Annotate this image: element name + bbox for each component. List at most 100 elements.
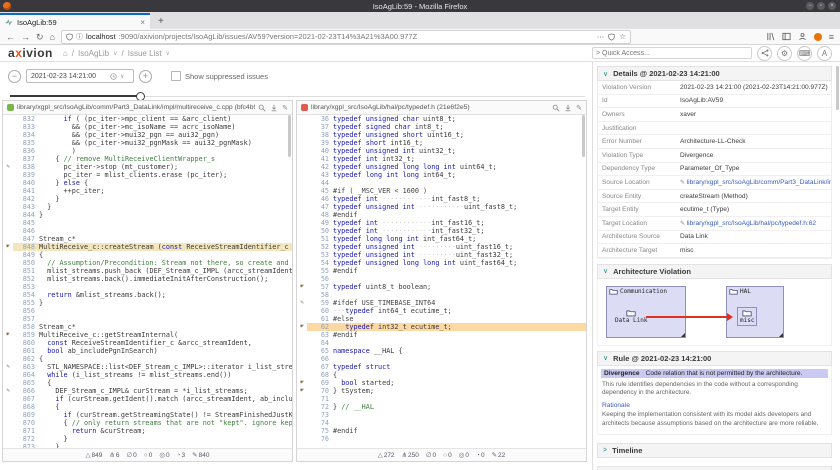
code-line[interactable]: 853 xyxy=(3,283,292,291)
home-icon[interactable]: ⌂ xyxy=(50,31,55,43)
version-date-field[interactable]: ∨ xyxy=(26,69,134,83)
code-line[interactable]: 52typedef unsigned int ·········uint_fas… xyxy=(297,243,586,251)
code-line[interactable]: 43typedef long int long int64_t; xyxy=(297,171,586,179)
code-line[interactable]: 39typedef short int16_t; xyxy=(297,139,586,147)
code-line[interactable]: 61#else xyxy=(297,315,586,323)
code-line[interactable]: 852 mlist_streams.back().immediateInitAf… xyxy=(3,275,292,283)
code-line[interactable]: 74 xyxy=(297,419,586,427)
menu-icon[interactable]: ≡ xyxy=(829,31,834,43)
code-line[interactable]: 860 const ReceiveStreamIdentifier_c &arc… xyxy=(3,339,292,347)
details-value[interactable]: ✎ library/xgpl_src/IsoAgLib/hal/pc/typed… xyxy=(680,220,831,227)
breadcrumb-page[interactable]: Issue List xyxy=(128,49,162,58)
stat-pencil[interactable]: ✎840 xyxy=(192,451,209,459)
stat-target[interactable]: ◎0 xyxy=(159,451,169,459)
edit-icon[interactable]: ✎ xyxy=(282,104,288,112)
stat-pencil[interactable]: ✎22 xyxy=(492,451,506,459)
browser-tab[interactable]: IsoAgLib:59 × xyxy=(0,13,150,29)
timeline-section-header[interactable]: > Timeline xyxy=(597,443,832,458)
code-line[interactable]: 63#endif xyxy=(297,331,586,339)
page-actions-icon[interactable]: ⋯ xyxy=(597,32,605,41)
minimize-button[interactable]: − xyxy=(806,2,814,10)
edit-annotation-icon[interactable]: ✎ xyxy=(3,387,13,395)
chevron-down-icon[interactable]: ∨ xyxy=(113,50,117,57)
code-line[interactable]: 869 if (curStream.getStreamingState() !=… xyxy=(3,411,292,419)
edit-location-icon[interactable]: ✎ xyxy=(680,221,687,227)
reload-icon[interactable]: ↻ xyxy=(36,31,44,43)
hand-annotation-icon[interactable]: ☛ xyxy=(297,283,307,291)
show-suppressed-checkbox[interactable] xyxy=(171,71,181,81)
code-line[interactable]: 845 xyxy=(3,219,292,227)
code-line[interactable]: 868 { xyxy=(3,403,292,411)
code-line[interactable]: ☛859MultiReceive_c::getStreamInternal( xyxy=(3,331,292,339)
code-line[interactable]: 839 pc_iter = mlist_clients.erase (pc_it… xyxy=(3,171,292,179)
code-line[interactable]: 38typedef unsigned short uint16_t; xyxy=(297,131,586,139)
next-version-button[interactable]: + xyxy=(139,70,152,83)
code-line[interactable]: 58 xyxy=(297,291,586,299)
code-line[interactable]: 64 xyxy=(297,339,586,347)
code-line[interactable]: 46typedef int ············int_fast8_t; xyxy=(297,195,586,203)
code-line[interactable]: 44 xyxy=(297,179,586,187)
code-scrollbar[interactable] xyxy=(582,115,585,157)
back-icon[interactable]: ← xyxy=(6,31,15,43)
code-line[interactable]: 45#if ( _MSC_VER < 1600 ) xyxy=(297,187,586,195)
diagram-source-group[interactable]: Communication Data Link xyxy=(606,286,686,338)
stat-circle[interactable]: ○0 xyxy=(443,452,452,459)
code-line[interactable]: 71 xyxy=(297,395,586,403)
code-line[interactable]: 849{ xyxy=(3,251,292,259)
stat-empty[interactable]: ∅0 xyxy=(426,451,436,459)
code-line[interactable]: 841 ++pc_iter; xyxy=(3,187,292,195)
breadcrumb-home-icon[interactable]: ⌂ xyxy=(63,49,68,58)
code-line[interactable]: 843 } xyxy=(3,203,292,211)
download-icon[interactable] xyxy=(270,104,278,112)
location-link[interactable]: library/xgpl_src/IsoAgLib/hal/pc/typedef… xyxy=(687,220,816,227)
hand-annotation-icon[interactable]: ☛ xyxy=(297,379,307,387)
code-line[interactable]: 842 } xyxy=(3,195,292,203)
edit-icon[interactable]: ✎ xyxy=(576,104,582,112)
search-icon[interactable] xyxy=(258,104,266,112)
code-line[interactable]: 67typedef struct xyxy=(297,363,586,371)
shield-icon[interactable] xyxy=(66,33,73,41)
rule-section-header[interactable]: ∨ Rule @ 2021-02-23 14:21:00 xyxy=(597,351,832,366)
code-line[interactable]: 840 } else { xyxy=(3,179,292,187)
code-line[interactable]: 862{ xyxy=(3,355,292,363)
details-section-header[interactable]: ∨ Details @ 2021-02-23 14:21:00 xyxy=(597,66,832,81)
details-scrollbar[interactable] xyxy=(836,66,839,110)
code-line[interactable]: 865 { xyxy=(3,379,292,387)
code-line[interactable]: ☛70} tSystem; xyxy=(297,387,586,395)
code-line[interactable]: 836 ) xyxy=(3,147,292,155)
code-line[interactable]: 872 } xyxy=(3,435,292,443)
code-line[interactable]: 73 xyxy=(297,411,586,419)
stat-fork[interactable]: ⋔6 xyxy=(109,451,119,459)
rationale-link[interactable]: Rationale xyxy=(602,402,827,409)
code-line[interactable]: 850 // Assumption/Precondition: Stream n… xyxy=(3,259,292,267)
stat-warning[interactable]: △849 xyxy=(86,451,103,459)
code-line[interactable]: ☛848MultiReceive_c::createStream (const … xyxy=(3,243,292,251)
user-avatar[interactable]: A xyxy=(817,46,832,61)
close-window-button[interactable]: × xyxy=(828,2,836,10)
code-line[interactable]: ☛57typedef uint8_t boolean; xyxy=(297,283,586,291)
code-line[interactable]: ✎59#ifdef USE_TIMEBASE_INT64 xyxy=(297,299,586,307)
code-line[interactable]: 855} xyxy=(3,299,292,307)
code-line[interactable]: 54typedef unsigned long long int uint_fa… xyxy=(297,259,586,267)
stat-fork[interactable]: ⋔250 xyxy=(402,451,419,459)
maximize-button[interactable]: ▫ xyxy=(817,2,825,10)
code-line[interactable]: 867 if (curStream.getIdent().match (arcc… xyxy=(3,395,292,403)
diagram-source-node[interactable]: Data Link xyxy=(615,309,648,324)
stat-clock[interactable]: ◔0 xyxy=(476,452,485,459)
code-line[interactable]: 47typedef unsigned int ···········uint_f… xyxy=(297,203,586,211)
quick-access-input[interactable] xyxy=(592,47,752,59)
settings-button[interactable]: ⚙ xyxy=(777,46,792,61)
code-line[interactable]: ✎838 pc_iter->stop (mt_customer); xyxy=(3,163,292,171)
edit-annotation-icon[interactable]: ✎ xyxy=(3,363,13,371)
url-bar[interactable]: ⓘ localhost :9090/axivion/projects/IsoAg… xyxy=(61,30,631,44)
download-icon[interactable] xyxy=(564,104,572,112)
extension-icon[interactable] xyxy=(814,33,822,41)
code-line[interactable]: 48#endif xyxy=(297,211,586,219)
new-tab-button[interactable]: + xyxy=(158,15,164,29)
hand-annotation-icon[interactable]: ☛ xyxy=(3,243,13,251)
code-line[interactable]: 41typedef int int32_t; xyxy=(297,155,586,163)
edit-annotation-icon[interactable]: ✎ xyxy=(297,299,307,307)
code-line[interactable]: 864 while (i_list_streams != mlist_strea… xyxy=(3,371,292,379)
code-line[interactable]: 53typedef unsigned int ·········uint_fas… xyxy=(297,251,586,259)
code-line[interactable]: 66 xyxy=(297,355,586,363)
